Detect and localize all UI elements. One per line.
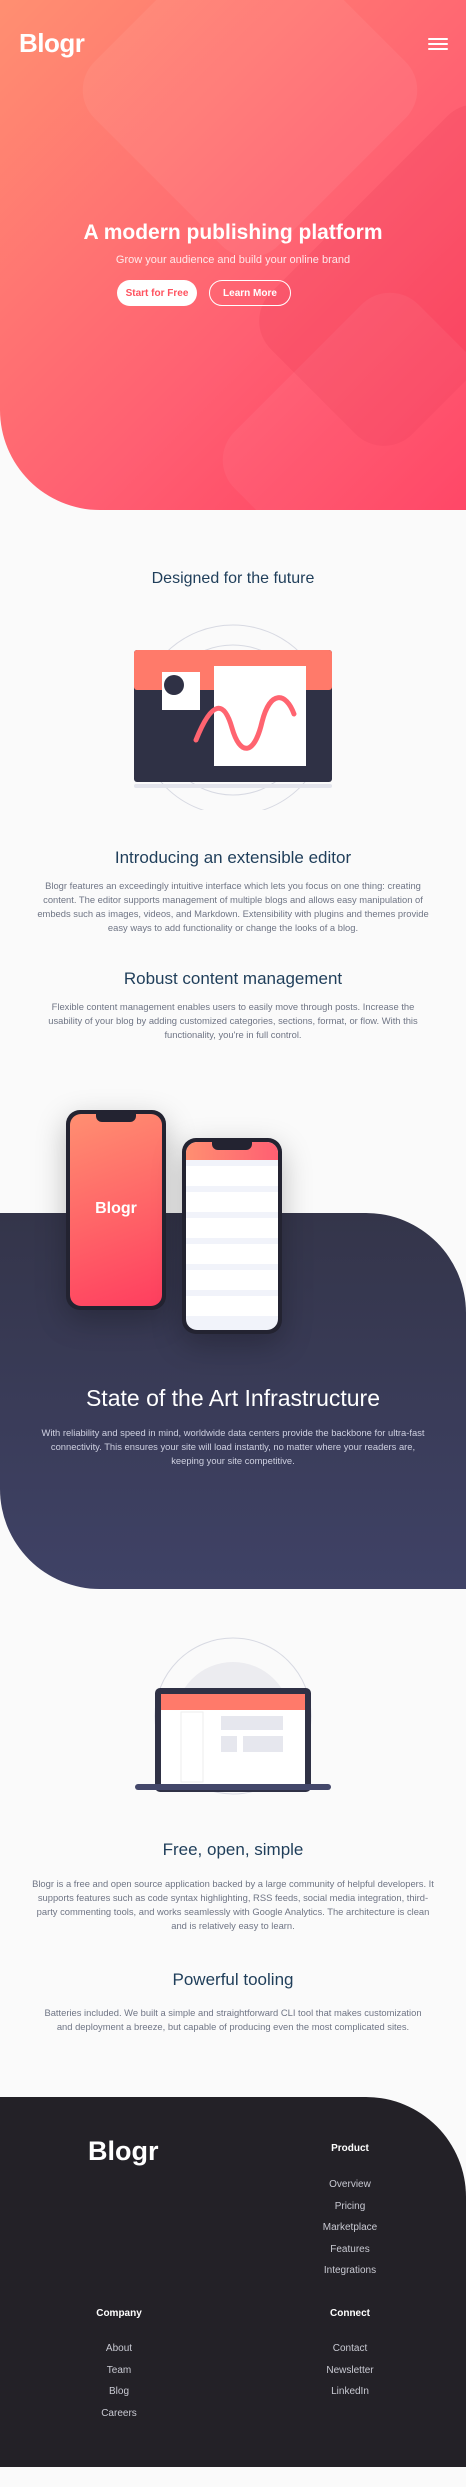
footer-link[interactable]: Newsletter <box>300 2365 400 2376</box>
tooling-text: Batteries included. We built a simple an… <box>44 2007 422 2032</box>
learn-more-button[interactable]: Learn More <box>209 280 291 306</box>
footer-link[interactable]: Features <box>300 2244 400 2255</box>
footer-heading-product: Product <box>331 2143 369 2154</box>
hero-title: A modern publishing platform <box>83 221 383 244</box>
footer-link[interactable]: Marketplace <box>300 2222 400 2233</box>
page: Blogr A modern publishing platform Grow … <box>0 0 466 2487</box>
tooling-title: Powerful tooling <box>172 1970 294 1989</box>
hamburger-icon[interactable] <box>428 38 448 50</box>
footer-logo[interactable]: Blogr <box>88 2136 159 2167</box>
footer-link[interactable]: Careers <box>69 2408 169 2419</box>
footer-link[interactable]: Pricing <box>300 2201 400 2212</box>
phone-logo: Blogr <box>95 1200 137 1217</box>
hero-subtitle: Grow your audience and build your online… <box>115 254 351 266</box>
free-text: Blogr is a free and open source applicat… <box>32 1878 434 1931</box>
hero-section: Blogr A modern publishing platform Grow … <box>0 0 466 510</box>
footer-link[interactable]: Overview <box>300 2179 400 2190</box>
phone-mockup: Blogr <box>66 1110 166 1310</box>
start-for-free-button[interactable]: Start for Free <box>117 280 197 306</box>
footer-link[interactable]: Team <box>69 2365 169 2376</box>
editor-text: Blogr features an exceedingly intuitive … <box>37 880 429 933</box>
footer-link[interactable]: LinkedIn <box>300 2386 400 2397</box>
footer-heading-connect: Connect <box>330 2308 370 2319</box>
content-title: Robust content management <box>123 969 343 988</box>
editor-illustration <box>134 624 332 810</box>
laptop-illustration <box>135 1637 331 1795</box>
footer-heading-company: Company <box>96 2308 142 2319</box>
footer-link[interactable]: Contact <box>300 2343 400 2354</box>
infrastructure-text: With reliability and speed in mind, worl… <box>41 1427 425 1466</box>
footer-link[interactable]: Integrations <box>300 2265 400 2276</box>
footer-link[interactable]: Blog <box>69 2386 169 2397</box>
site-logo[interactable]: Blogr <box>19 28 85 59</box>
content-text: Flexible content management enables user… <box>48 1001 418 1040</box>
editor-title: Introducing an extensible editor <box>114 848 352 867</box>
infrastructure-title: State of the Art Infrastructure <box>85 1385 381 1411</box>
phone-mockup <box>182 1138 282 1334</box>
free-title: Free, open, simple <box>162 1840 304 1859</box>
footer-link[interactable]: About <box>69 2343 169 2354</box>
future-section-title: Designed for the future <box>151 570 315 587</box>
